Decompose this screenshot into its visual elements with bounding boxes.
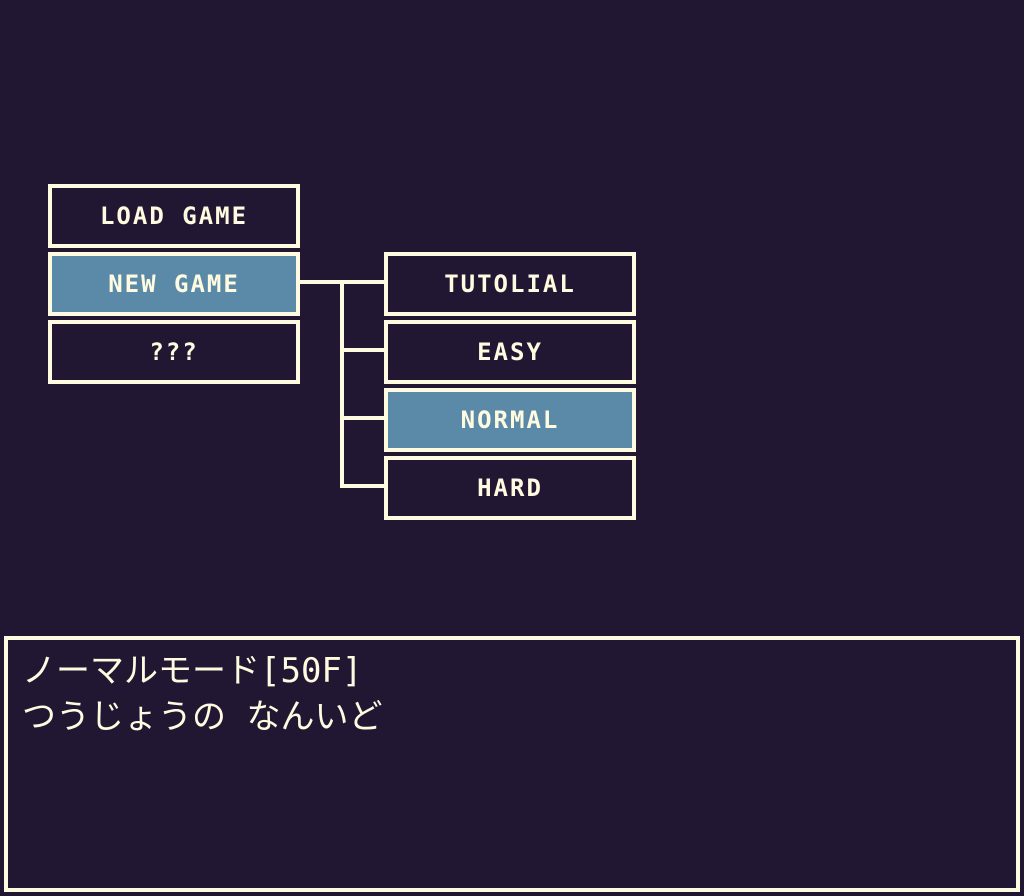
connector-line-hard bbox=[340, 484, 384, 488]
difficulty-label: HARD bbox=[477, 474, 543, 502]
difficulty-normal[interactable]: NORMAL bbox=[384, 388, 636, 452]
message-window: ノーマルモード[50F] つうじょうの なんいど bbox=[4, 636, 1020, 892]
menu-item-load-game[interactable]: LOAD GAME bbox=[48, 184, 300, 248]
difficulty-label: TUTOLIAL bbox=[444, 270, 576, 298]
connector-line-normal bbox=[340, 416, 384, 420]
difficulty-tutorial[interactable]: TUTOLIAL bbox=[384, 252, 636, 316]
menu-item-secret[interactable]: ??? bbox=[48, 320, 300, 384]
difficulty-easy[interactable]: EASY bbox=[384, 320, 636, 384]
menu-item-label: LOAD GAME bbox=[99, 202, 249, 230]
difficulty-label: NORMAL bbox=[460, 406, 560, 434]
menu-item-label: NEW GAME bbox=[108, 270, 240, 298]
message-line-2: つうじょうの なんいど bbox=[22, 697, 383, 737]
connector-line-easy bbox=[340, 348, 384, 352]
difficulty-label: EASY bbox=[477, 338, 543, 366]
menu-item-label: ??? bbox=[149, 338, 199, 366]
connector-line-vertical bbox=[340, 280, 344, 488]
message-line-1: ノーマルモード[50F] bbox=[22, 651, 363, 691]
menu-item-new-game[interactable]: NEW GAME bbox=[48, 252, 300, 316]
difficulty-hard[interactable]: HARD bbox=[384, 456, 636, 520]
